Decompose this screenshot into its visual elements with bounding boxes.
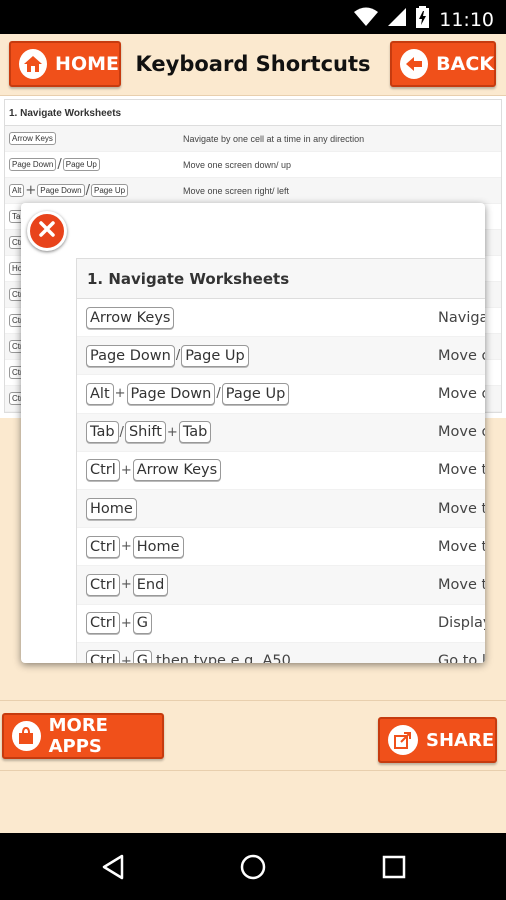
key-cap: Ctrl xyxy=(86,573,120,596)
status-bar: 11:10 xyxy=(0,0,506,34)
more-apps-button[interactable]: MORE APPS xyxy=(2,713,164,759)
key-cap: Ctrl xyxy=(86,612,120,635)
key-cap: Shift xyxy=(124,421,166,444)
table-row: Page Down/Page Up Move o xyxy=(77,337,485,376)
signal-icon xyxy=(388,7,407,32)
key-cap: Page Up xyxy=(62,158,100,171)
key-cap: Arrow Keys xyxy=(9,132,56,145)
shortcut-description: Move t xyxy=(438,576,485,593)
key-separator: + xyxy=(120,462,132,478)
key-cap: Ctrl xyxy=(86,459,120,482)
back-nav-icon[interactable] xyxy=(101,854,125,885)
header: HOME Keyboard Shortcuts BACK xyxy=(0,34,506,96)
key-cap: Page Down xyxy=(86,344,175,367)
key-cap: Ctrl xyxy=(86,650,120,663)
table-row: Page Down / Page Up Move one screen down/ u… xyxy=(5,152,501,178)
key-cap: Page Down xyxy=(9,158,57,171)
key-cap: Arrow Keys xyxy=(132,459,222,482)
key-separator: + xyxy=(120,653,132,663)
table-row: Home Move t xyxy=(77,489,485,529)
table-row: Arrow Keys Naviga xyxy=(77,299,485,338)
back-arrow-icon xyxy=(400,49,429,79)
shortcut-note: then type e.g. A50 xyxy=(155,653,291,663)
key-separator: + xyxy=(166,424,178,440)
divider xyxy=(0,770,506,771)
key-cap: Page Down xyxy=(37,184,85,197)
home-nav-icon[interactable] xyxy=(240,854,266,885)
table-row: Tab/Shift+TabMove o xyxy=(77,413,485,452)
close-button[interactable] xyxy=(27,211,67,251)
key-cap: End xyxy=(132,573,169,596)
key-cap: Arrow Keys xyxy=(86,306,175,329)
shortcut-description: Go to l xyxy=(438,653,485,663)
popup-table-title: 1. Navigate Worksheets xyxy=(77,259,485,299)
key-separator: + xyxy=(25,183,37,198)
shortcut-description: Move one screen down/ up xyxy=(183,159,292,170)
clock: 11:10 xyxy=(439,8,494,31)
key-separator: / xyxy=(119,424,124,440)
wifi-icon xyxy=(354,7,379,32)
shortcut-description: Move t xyxy=(438,462,485,479)
key-separator: + xyxy=(120,539,132,555)
key-cap: G xyxy=(132,650,152,663)
divider xyxy=(0,700,506,701)
key-separator: + xyxy=(120,615,132,631)
shortcut-description: Move one screen right/ left xyxy=(183,185,290,196)
shortcut-description: Display xyxy=(438,615,485,632)
table-row: Ctrl + Home Move t xyxy=(77,528,485,567)
shortcut-description: Move t xyxy=(438,538,485,555)
table-row: Alt + Page Down / Page Up Move one screen rig… xyxy=(5,178,501,204)
key-separator: / xyxy=(175,348,181,364)
close-icon xyxy=(38,220,56,243)
key-separator: / xyxy=(216,386,221,402)
table-row: Arrow Keys Navigate by one cell at a time… xyxy=(5,126,501,152)
shortcut-description: Move o xyxy=(438,347,485,364)
key-separator: + xyxy=(114,386,126,402)
back-label: BACK xyxy=(436,53,494,75)
navigation-bar xyxy=(0,833,506,900)
key-cap: Home xyxy=(132,535,184,558)
shortcut-description: Move o xyxy=(438,385,485,402)
key-cap: Page Up xyxy=(221,382,290,405)
key-separator: / xyxy=(57,157,62,172)
key-cap: Tab xyxy=(178,421,212,444)
share-label: SHARE xyxy=(426,729,495,751)
shortcut-description: Navigate by one cell at a time in any di… xyxy=(183,133,365,144)
popup-table: 1. Navigate Worksheets Arrow Keys Naviga P… xyxy=(76,258,485,663)
key-cap: Ctrl xyxy=(86,535,120,558)
share-icon xyxy=(388,725,418,755)
background-table-title: 1. Navigate Worksheets xyxy=(5,100,501,126)
key-cap: Alt xyxy=(9,184,25,197)
key-cap: Alt xyxy=(86,382,114,405)
recents-nav-icon[interactable] xyxy=(382,855,406,884)
table-row: Ctrl + Gthen type e.g. A50 Go to l xyxy=(77,642,485,663)
share-button[interactable]: SHARE xyxy=(378,717,497,763)
shortcut-description: Move t xyxy=(438,500,485,517)
table-row: Ctrl + End Move t xyxy=(77,566,485,605)
key-cap: Tab xyxy=(86,421,119,444)
battery-icon xyxy=(416,6,430,33)
key-separator: + xyxy=(120,577,132,593)
shortcut-description: Move o xyxy=(438,424,485,441)
table-row: Alt+Page Down/Page Up Move o xyxy=(77,375,485,414)
key-cap: G xyxy=(132,612,152,635)
key-cap: Page Up xyxy=(91,184,129,197)
table-row: Ctrl + Arrow Keys Move t xyxy=(77,452,485,490)
key-cap: Page Down xyxy=(126,382,216,405)
key-cap: Home xyxy=(86,497,137,520)
key-separator: / xyxy=(85,183,90,198)
back-button[interactable]: BACK xyxy=(390,41,496,87)
shortcut-description: Naviga xyxy=(438,309,485,326)
shopping-bag-icon xyxy=(12,721,41,751)
table-row: Ctrl+G Display xyxy=(77,605,485,643)
more-apps-label: MORE APPS xyxy=(48,715,108,757)
key-cap: Page Up xyxy=(181,344,249,367)
shortcuts-popup: 1. Navigate Worksheets Arrow Keys Naviga P… xyxy=(21,203,485,663)
